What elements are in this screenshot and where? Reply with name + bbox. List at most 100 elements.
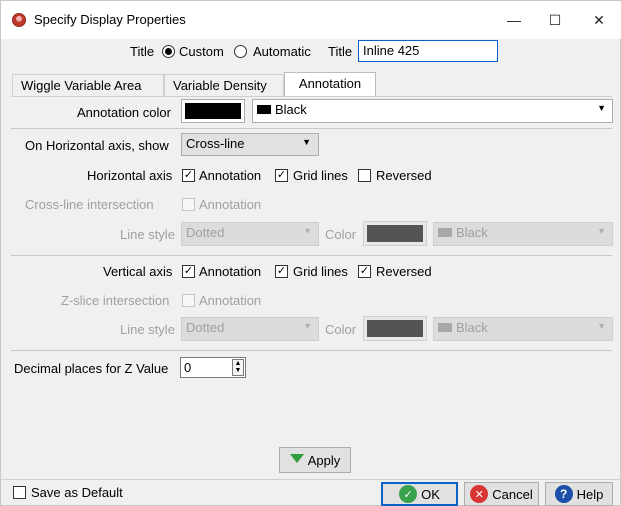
check-icon: ✓ — [183, 169, 194, 181]
apply-button[interactable]: Apply — [279, 447, 351, 473]
vertical-grid-lines-label[interactable]: Grid lines — [293, 264, 348, 279]
spin-down-icon[interactable]: ▼ — [233, 367, 243, 374]
annotation-color-swatch[interactable] — [181, 99, 245, 123]
separator-2 — [11, 255, 612, 256]
cross-line-color-value: Black — [456, 225, 488, 240]
ok-button[interactable]: ✓ OK — [381, 482, 458, 506]
tab-variable-density[interactable]: Variable Density — [164, 74, 284, 96]
check-icon: ✓ — [183, 265, 194, 277]
tab-underline — [11, 96, 612, 97]
horizontal-reversed-label[interactable]: Reversed — [376, 168, 432, 183]
z-slice-style-value: Dotted — [186, 320, 225, 335]
decimal-places-spinner[interactable]: 0 ▲ ▼ — [180, 357, 246, 378]
help-button[interactable]: ? Help — [545, 482, 613, 506]
save-default-label[interactable]: Save as Default — [31, 485, 123, 500]
title-field-label: Title — [328, 44, 353, 59]
annotation-color-select[interactable]: Black ▼ — [252, 99, 613, 123]
annotation-color-value: Black — [275, 102, 307, 117]
tab-annotation[interactable]: Annotation — [284, 72, 376, 96]
cross-line-color-fill — [367, 225, 423, 242]
maximize-button[interactable]: ☐ — [532, 1, 578, 39]
horizontal-show-label: On Horizontal axis, show — [25, 138, 169, 153]
z-slice-style-select[interactable]: Dotted ▼ — [181, 317, 319, 341]
horizontal-grid-lines-label[interactable]: Grid lines — [293, 168, 348, 183]
z-slice-annotation-label[interactable]: Annotation — [199, 293, 261, 308]
separator-3 — [11, 350, 612, 351]
vertical-annotation-label[interactable]: Annotation — [199, 264, 261, 279]
minimize-icon: — — [507, 12, 521, 28]
title-mode-label: Title — [130, 44, 155, 59]
app-icon — [12, 13, 26, 27]
cancel-button[interactable]: ✕ Cancel — [464, 482, 539, 506]
footer-separator — [1, 479, 621, 480]
horizontal-axis-label: Horizontal axis — [87, 168, 173, 183]
annotation-color-fill — [185, 103, 241, 119]
z-slice-color-value: Black — [456, 320, 488, 335]
horizontal-show-value: Cross-line — [186, 136, 245, 151]
vertical-reversed-label[interactable]: Reversed — [376, 264, 432, 279]
spinner-buttons[interactable]: ▲ ▼ — [232, 359, 244, 376]
window-title: Specify Display Properties — [34, 12, 186, 27]
z-slice-color-swatch[interactable] — [363, 316, 427, 341]
help-label: Help — [576, 486, 604, 502]
separator-1 — [11, 128, 612, 129]
minimize-button[interactable]: — — [491, 1, 537, 39]
vertical-grid-lines-checkbox[interactable]: ✓ — [275, 265, 288, 278]
cross-line-annotation-label[interactable]: Annotation — [199, 197, 261, 212]
z-slice-label: Z-slice intersection — [61, 293, 170, 308]
black-square-icon — [438, 323, 452, 332]
horizontal-annotation-checkbox[interactable]: ✓ — [182, 169, 195, 182]
chevron-down-icon: ▼ — [303, 321, 312, 331]
custom-radio[interactable] — [162, 45, 175, 58]
horizontal-show-select[interactable]: Cross-line ▼ — [181, 133, 319, 156]
chevron-down-icon: ▼ — [303, 226, 312, 236]
black-square-icon — [438, 228, 452, 237]
check-circle-icon: ✓ — [399, 485, 418, 503]
apply-label: Apply — [307, 452, 341, 468]
cross-line-color-select[interactable]: Black ▼ — [433, 222, 613, 246]
check-icon: ✓ — [359, 265, 370, 277]
close-button[interactable]: ✕ — [576, 1, 621, 39]
check-icon: ✓ — [276, 169, 287, 181]
cross-line-color-swatch[interactable] — [363, 221, 427, 246]
cancel-label: Cancel — [492, 486, 533, 502]
cross-line-style-value: Dotted — [186, 225, 225, 240]
z-slice-annotation-checkbox[interactable] — [182, 294, 195, 307]
automatic-radio-label[interactable]: Automatic — [253, 44, 311, 59]
chevron-down-icon: ▼ — [302, 137, 311, 147]
ok-label: OK — [421, 486, 440, 502]
save-default-checkbox[interactable] — [13, 486, 26, 499]
decimal-places-value: 0 — [184, 360, 192, 375]
z-slice-color-fill — [367, 320, 423, 337]
close-icon: ✕ — [593, 11, 605, 28]
chevron-down-icon: ▼ — [597, 226, 606, 236]
decimal-places-label: Decimal places for Z Value — [14, 361, 169, 376]
z-slice-color-label: Color — [325, 322, 357, 337]
check-icon: ✓ — [276, 265, 287, 277]
custom-radio-label[interactable]: Custom — [179, 44, 224, 59]
z-slice-style-label: Line style — [120, 322, 175, 337]
automatic-radio[interactable] — [234, 45, 247, 58]
vertical-reversed-checkbox[interactable]: ✓ — [358, 265, 371, 278]
cross-line-annotation-checkbox[interactable] — [182, 198, 195, 211]
dialog-window: Specify Display Properties — ☐ ✕ Title C… — [0, 0, 621, 506]
vertical-annotation-checkbox[interactable]: ✓ — [182, 265, 195, 278]
vertical-axis-label: Vertical axis — [103, 264, 173, 279]
chevron-down-icon: ▼ — [597, 103, 606, 113]
spin-up-icon[interactable]: ▲ — [233, 360, 243, 367]
horizontal-grid-lines-checkbox[interactable]: ✓ — [275, 169, 288, 182]
apply-arrow-icon — [290, 454, 304, 463]
title-input[interactable]: Inline 425 — [358, 40, 498, 62]
x-circle-icon: ✕ — [470, 485, 489, 503]
z-slice-color-select[interactable]: Black ▼ — [433, 317, 613, 341]
black-square-icon — [257, 105, 271, 114]
question-circle-icon: ? — [554, 485, 573, 503]
horizontal-reversed-checkbox[interactable] — [358, 169, 371, 182]
chevron-down-icon: ▼ — [597, 321, 606, 331]
horizontal-annotation-label[interactable]: Annotation — [199, 168, 261, 183]
tab-wiggle-variable-area[interactable]: Wiggle Variable Area — [12, 74, 164, 96]
cross-line-style-select[interactable]: Dotted ▼ — [181, 222, 319, 246]
cross-line-style-label: Line style — [120, 227, 175, 242]
title-bar: Specify Display Properties — ☐ ✕ — [1, 1, 621, 39]
maximize-icon: ☐ — [548, 11, 562, 28]
